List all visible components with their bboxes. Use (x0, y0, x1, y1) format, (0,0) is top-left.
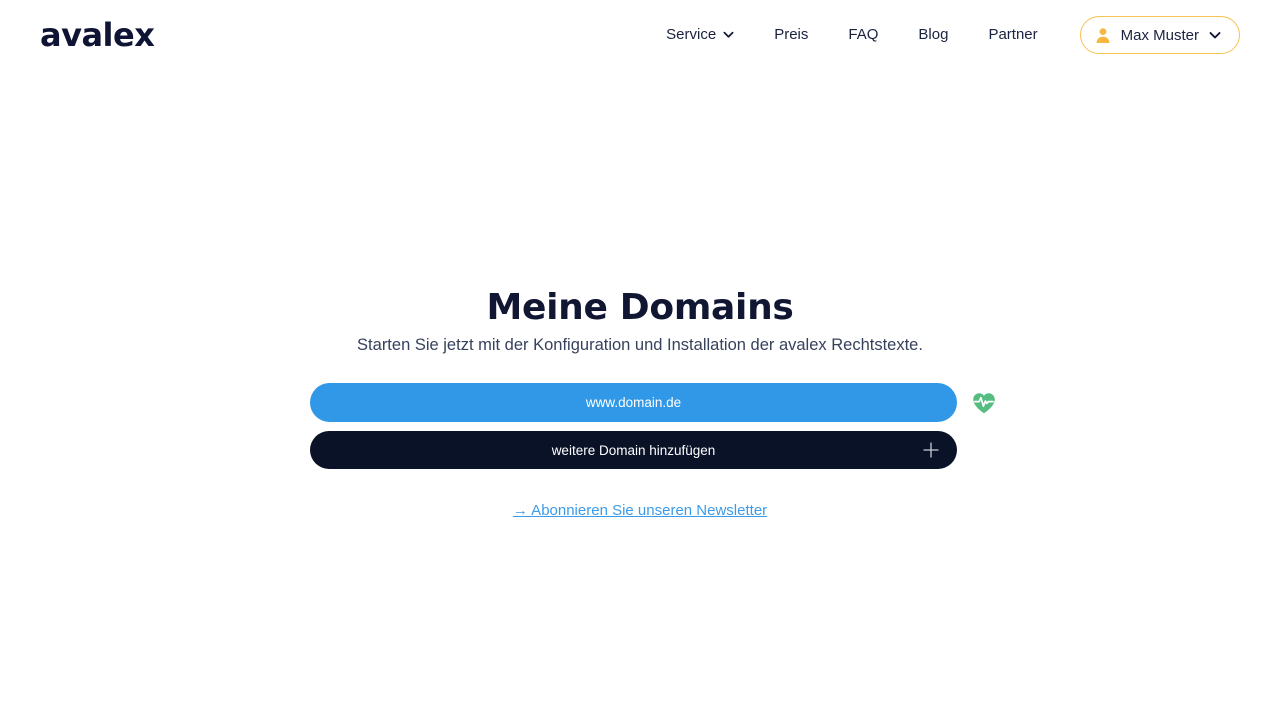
user-menu-button[interactable]: Max Muster (1079, 16, 1240, 54)
nav-item-label: Preis (774, 26, 809, 43)
page-title: Meine Domains (486, 287, 794, 328)
domain-name-label: www.domain.de (585, 395, 682, 410)
domain-button[interactable]: www.domain.de (310, 383, 957, 422)
chevron-down-icon (1209, 29, 1221, 41)
nav-item-partner[interactable]: Partner (968, 16, 1057, 54)
add-domain-button[interactable]: weitere Domain hinzufügen (310, 431, 957, 469)
nav-item-label: Partner (988, 26, 1038, 43)
primary-navigation: Service Preis FAQ Blog Partner Max Muste… (646, 16, 1240, 54)
nav-item-label: Service (666, 26, 717, 43)
person-icon (1095, 27, 1111, 44)
page-subtitle: Starten Sie jetzt mit der Konfiguration … (357, 336, 923, 354)
nav-item-label: Blog (918, 26, 949, 43)
nav-item-preis[interactable]: Preis (754, 16, 828, 54)
user-name-label: Max Muster (1120, 26, 1199, 44)
newsletter-link-wrapper: → Abonnieren Sie unseren Newsletter (0, 502, 1280, 520)
add-domain-label: weitere Domain hinzufügen (551, 442, 716, 458)
nav-item-service[interactable]: Service (646, 16, 754, 54)
domain-list: www.domain.de (310, 383, 1000, 422)
heart-pulse-icon[interactable] (957, 390, 997, 416)
newsletter-link[interactable]: → Abonnieren Sie unseren Newsletter (513, 502, 767, 519)
chevron-down-icon (723, 29, 734, 40)
nav-item-label: FAQ (848, 26, 879, 43)
main-content: Meine Domains Starten Sie jetzt mit der … (0, 0, 1280, 720)
site-header: avalex Service Preis FAQ Blog Partner Ma… (0, 0, 1280, 70)
nav-item-blog[interactable]: Blog (898, 16, 968, 54)
brand-logo[interactable]: avalex (40, 16, 155, 54)
nav-item-faq[interactable]: FAQ (828, 16, 898, 54)
